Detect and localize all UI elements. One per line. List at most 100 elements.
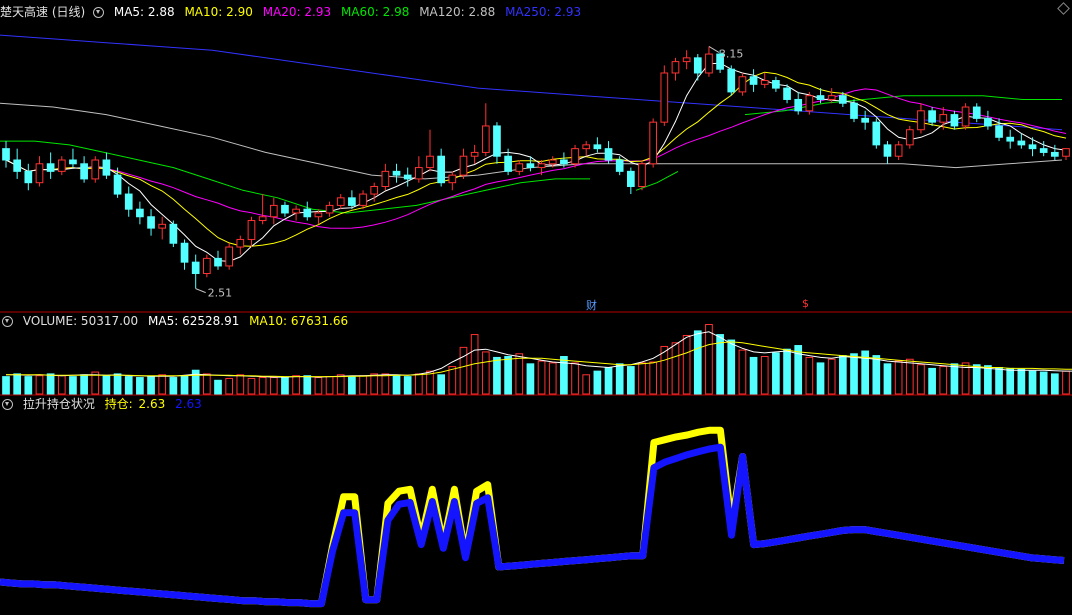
candle-body — [917, 110, 925, 131]
candle-body — [961, 106, 970, 127]
candle-body — [928, 110, 936, 123]
ma5-path — [5, 62, 1067, 262]
ma5-label: MA5: 2.88 — [113, 5, 175, 19]
volume-bar — [348, 376, 356, 395]
volume-bar — [113, 373, 122, 395]
indicator2-menu-icon[interactable] — [2, 399, 13, 410]
volume-bar — [760, 356, 769, 395]
candle-body — [1039, 148, 1048, 153]
volume-bar — [303, 375, 312, 395]
volume-bar — [1039, 371, 1048, 395]
volume-menu-icon[interactable] — [2, 316, 13, 327]
volume-bar — [1050, 373, 1059, 395]
candle-body — [504, 155, 512, 172]
candle-body — [705, 53, 713, 74]
candle-body — [459, 155, 468, 176]
volume-header: VOLUME: 50317.00 MA5: 62528.91 MA10: 676… — [0, 313, 354, 329]
low-pointer — [195, 288, 206, 294]
candle-body — [1050, 151, 1059, 157]
candle-body — [526, 163, 535, 169]
volume-bar — [314, 377, 323, 395]
candle-body — [794, 98, 803, 112]
indicator-name: 拉升持仓状况 — [22, 397, 95, 411]
candle-body — [158, 223, 167, 229]
candle-body — [392, 170, 401, 176]
volume-bar — [894, 360, 903, 395]
volume-bar — [359, 375, 367, 395]
candle-body — [269, 204, 278, 218]
volume-bars — [2, 324, 1072, 395]
candle-body — [147, 216, 155, 229]
high-label: 3.15 — [719, 47, 744, 60]
candle-body — [46, 163, 55, 172]
candle-body — [582, 144, 591, 150]
volume-bar — [504, 356, 512, 395]
ma10-line — [5, 71, 1067, 247]
volume-bar — [939, 366, 948, 395]
candle-body — [80, 163, 88, 180]
volume-bar — [35, 375, 44, 395]
volume-bar — [191, 369, 200, 395]
ma250-line — [0, 34, 1063, 131]
volume-bar — [202, 373, 211, 395]
volume-bar — [370, 373, 379, 395]
volume-bar — [124, 376, 133, 395]
volume-bar — [292, 375, 300, 395]
candle-body — [113, 174, 122, 195]
candle-body — [749, 76, 758, 85]
candle-body — [102, 159, 111, 176]
candle-body — [883, 144, 892, 157]
volume-bar — [80, 374, 88, 395]
volume-bar — [381, 373, 390, 395]
indicator-menu-icon[interactable] — [93, 7, 105, 18]
volume-bar — [928, 367, 936, 395]
volume-bar — [805, 356, 814, 395]
candle-body — [649, 121, 658, 165]
volume-bar — [481, 351, 490, 395]
candle-body — [905, 129, 914, 146]
candle-body — [336, 197, 345, 206]
volume-bar — [917, 364, 925, 395]
volume-bar — [850, 353, 858, 395]
candle-body — [560, 159, 568, 165]
candle-body — [2, 148, 10, 161]
volume-bar — [727, 339, 736, 395]
volume-bar — [626, 366, 635, 395]
volume-bar — [57, 375, 66, 395]
candle-body — [671, 61, 680, 74]
candle-body — [403, 174, 412, 180]
candle-body — [548, 159, 557, 165]
candle-body — [615, 159, 624, 172]
candle-body — [381, 170, 390, 187]
volume-bar — [258, 377, 267, 395]
volume-bar — [671, 342, 680, 395]
finance-marker[interactable]: 财 — [586, 297, 597, 313]
ma5-line — [5, 62, 1067, 262]
volume-bar — [69, 376, 77, 395]
volume-bar — [950, 363, 959, 395]
dividend-marker[interactable]: $ — [802, 297, 809, 310]
candle-body — [35, 163, 44, 184]
candle-body — [604, 148, 613, 161]
volume-bar — [548, 362, 557, 395]
volume-bar — [180, 375, 189, 395]
candle-body — [448, 174, 457, 184]
candle-body — [202, 257, 211, 275]
candle-body — [838, 95, 847, 104]
candle-body — [727, 68, 736, 93]
candle-body — [772, 80, 780, 89]
volume-bar — [448, 366, 457, 395]
chart-canvas: 3.15 2.51 — [0, 34, 1072, 608]
candle-body — [939, 114, 948, 123]
volume-bar — [772, 352, 780, 395]
volume-bar — [816, 362, 825, 395]
candle-body — [247, 220, 256, 240]
volume-bar — [705, 324, 713, 395]
candle-body — [57, 159, 66, 172]
candle-body — [24, 170, 33, 184]
volume-label: VOLUME: 50317.00 — [22, 314, 139, 328]
volume-bar — [336, 374, 345, 395]
volume-bar — [883, 363, 892, 395]
candle-body — [783, 87, 791, 100]
candle-body — [816, 95, 825, 100]
